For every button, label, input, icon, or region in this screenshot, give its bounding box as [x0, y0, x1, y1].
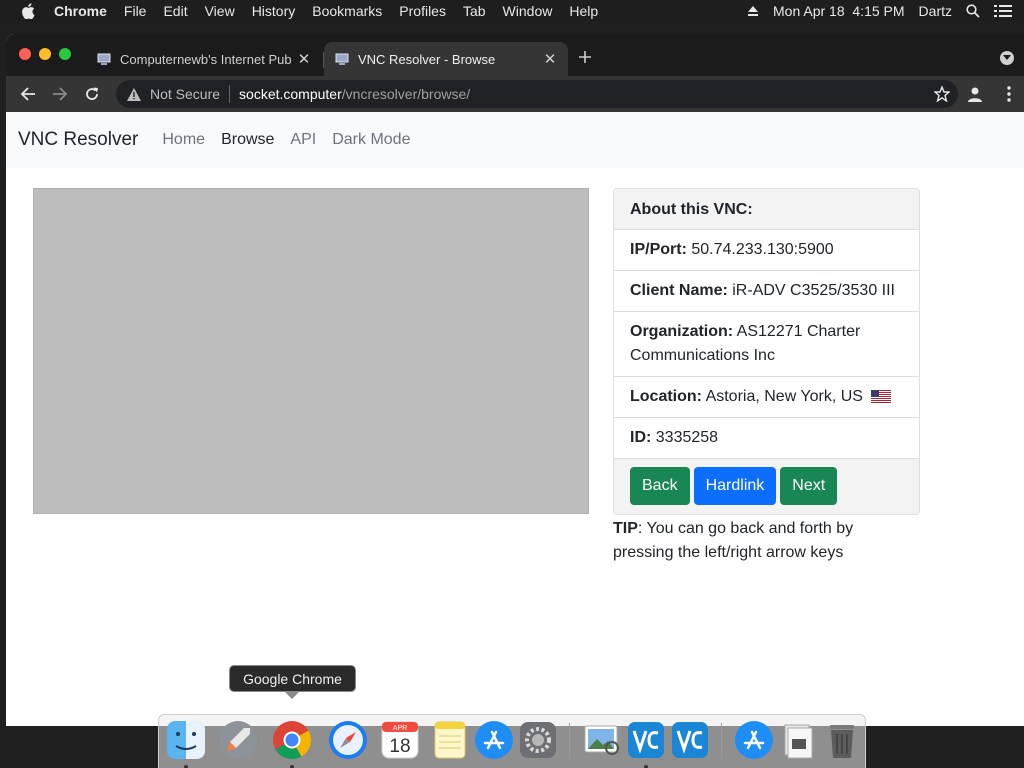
preview-icon[interactable]	[581, 719, 623, 761]
macos-dock: APR 18	[158, 714, 866, 768]
nav-link-dark-mode[interactable]: Dark Mode	[332, 131, 410, 149]
web-page: VNC Resolver Home Browse API Dark Mode A…	[6, 112, 1024, 726]
forward-arrow-icon[interactable]	[50, 84, 70, 104]
menubar-clock[interactable]: Mon Apr 18 4:15 PM	[773, 3, 905, 19]
macos-menu-bar: Chrome File Edit View History Bookmarks …	[0, 0, 1024, 22]
finder-icon[interactable]	[165, 719, 207, 761]
url-path: /vncresolver/browse/	[341, 86, 471, 102]
us-flag-icon	[871, 390, 892, 404]
tab-title: VNC Resolver - Browse	[358, 51, 496, 67]
trash-icon[interactable]	[821, 719, 863, 761]
menu-app-name[interactable]: Chrome	[54, 3, 107, 19]
safari-icon[interactable]	[327, 719, 369, 761]
vnc-screenshot-placeholder	[33, 188, 589, 514]
close-window-button[interactable]	[19, 48, 31, 60]
site-brand[interactable]: VNC Resolver	[18, 129, 138, 151]
address-bar[interactable]: Not Secure socket.computer /vncresolver/…	[116, 80, 958, 108]
dock-tooltip: Google Chrome	[229, 665, 356, 692]
omnibox-divider	[229, 85, 231, 103]
ip-port-value: 50.74.233.130:5900	[691, 241, 834, 258]
location-label: Location:	[630, 388, 702, 405]
app-store-icon[interactable]	[473, 719, 515, 761]
dock-separator	[721, 723, 722, 759]
organization-label: Organization:	[630, 323, 734, 340]
menu-edit[interactable]: Edit	[163, 3, 187, 19]
client-name-row: Client Name: iR-ADV C3525/3530 III	[614, 271, 919, 312]
nav-link-home[interactable]: Home	[162, 131, 205, 149]
bookmark-star-icon[interactable]	[933, 85, 951, 103]
ip-port-row: IP/Port: 50.74.233.130:5900	[614, 230, 919, 271]
tab-search-chevron-icon[interactable]	[1000, 51, 1014, 65]
tab-title: Computernewb's Internet Pub	[120, 51, 292, 67]
tab-computernewb[interactable]: Computernewb's Internet Pub ✕	[86, 42, 324, 76]
browser-toolbar: Not Secure socket.computer /vncresolver/…	[6, 76, 1024, 112]
minimize-window-button[interactable]	[39, 48, 51, 60]
card-footer: Back Hardlink Next	[614, 459, 919, 514]
location-value: Astoria, New York, US	[705, 388, 863, 405]
dock-tooltip-arrow	[284, 691, 300, 699]
warning-icon[interactable]	[126, 86, 142, 102]
menubar-user[interactable]: Dartz	[919, 3, 952, 19]
tab-vnc-resolver[interactable]: VNC Resolver - Browse ✕	[324, 42, 568, 76]
computer-favicon-icon	[96, 51, 112, 67]
tip-text: TIP: You can go back and forth by pressi…	[613, 517, 913, 565]
chrome-menu-icon[interactable]	[1000, 85, 1018, 103]
nav-link-browse[interactable]: Browse	[221, 131, 274, 149]
card-header: About this VNC:	[614, 189, 919, 230]
calendar-day: 18	[389, 736, 410, 757]
dock-separator	[569, 723, 570, 759]
browser-window: Computernewb's Internet Pub ✕ VNC Resolv…	[6, 34, 1024, 726]
close-tab-icon[interactable]: ✕	[296, 51, 312, 68]
vnc-viewer-icon[interactable]	[625, 719, 667, 761]
profile-avatar-icon[interactable]	[966, 85, 984, 103]
computer-favicon-icon	[334, 51, 350, 67]
back-arrow-icon[interactable]	[18, 84, 38, 104]
id-value: 3335258	[655, 429, 719, 446]
calendar-icon[interactable]: APR 18	[379, 719, 421, 761]
url-host: socket.computer	[239, 86, 342, 102]
menu-window[interactable]: Window	[503, 3, 553, 19]
menu-file[interactable]: File	[124, 3, 147, 19]
site-nav-links: Home Browse API Dark Mode	[162, 131, 410, 149]
fullscreen-window-button[interactable]	[59, 48, 71, 60]
nav-link-api[interactable]: API	[290, 131, 316, 149]
client-name-label: Client Name:	[630, 282, 728, 299]
ip-port-label: IP/Port:	[630, 241, 687, 258]
client-name-value: iR-ADV C3525/3530 III	[732, 282, 895, 299]
eject-icon[interactable]	[747, 5, 759, 17]
menu-tab[interactable]: Tab	[463, 3, 486, 19]
back-button[interactable]: Back	[630, 467, 690, 505]
id-label: ID:	[630, 429, 652, 446]
security-status[interactable]: Not Secure	[150, 86, 220, 102]
calendar-month: APR	[393, 725, 407, 732]
tip-body: : You can go back and forth by pressing …	[613, 520, 854, 561]
hardlink-button[interactable]: Hardlink	[693, 467, 777, 505]
id-row: ID: 3335258	[614, 418, 919, 459]
new-tab-icon[interactable]	[576, 48, 594, 66]
vnc-viewer-icon[interactable]	[669, 719, 711, 761]
reload-icon[interactable]	[82, 84, 102, 104]
launchpad-icon[interactable]	[217, 719, 259, 761]
tip-label: TIP	[613, 520, 638, 537]
menu-profiles[interactable]: Profiles	[399, 3, 446, 19]
location-row: Location: Astoria, New York, US	[614, 377, 919, 418]
app-store-downloads-icon[interactable]	[733, 719, 775, 761]
apple-menu-icon[interactable]	[20, 3, 36, 19]
site-navbar: VNC Resolver Home Browse API Dark Mode	[6, 112, 1024, 168]
control-center-icon[interactable]	[994, 4, 1012, 18]
organization-row: Organization: AS12271 Charter Communicat…	[614, 312, 919, 377]
spotlight-search-icon[interactable]	[966, 4, 980, 18]
close-tab-icon[interactable]: ✕	[542, 51, 558, 68]
menu-help[interactable]: Help	[569, 3, 598, 19]
menu-bookmarks[interactable]: Bookmarks	[312, 3, 382, 19]
vnc-info-card: About this VNC: IP/Port: 50.74.233.130:5…	[613, 188, 920, 515]
google-chrome-icon[interactable]	[271, 719, 313, 761]
menu-history[interactable]: History	[252, 3, 296, 19]
menu-view[interactable]: View	[205, 3, 235, 19]
documents-stack-icon[interactable]	[777, 719, 819, 761]
tab-strip: Computernewb's Internet Pub ✕ VNC Resolv…	[6, 34, 1024, 76]
notes-icon[interactable]	[429, 719, 471, 761]
system-preferences-icon[interactable]	[517, 719, 559, 761]
next-button[interactable]: Next	[780, 467, 838, 505]
